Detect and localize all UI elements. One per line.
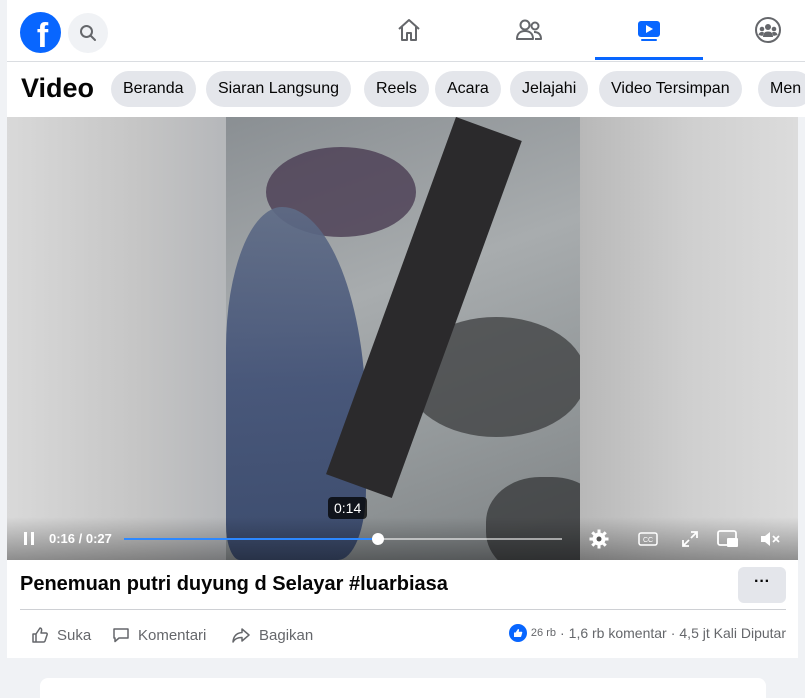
tab-video-tersimpan[interactable]: Video Tersimpan <box>599 71 742 107</box>
time-display: 0:16 / 0:27 <box>49 531 112 546</box>
video-icon <box>638 21 660 41</box>
mute-button[interactable] <box>759 528 781 550</box>
progress-handle[interactable] <box>372 533 385 545</box>
stats-separator-2: · <box>670 625 676 641</box>
video-frame <box>226 117 580 560</box>
tab-acara[interactable]: Acara <box>435 71 501 107</box>
like-label: Suka <box>57 626 92 644</box>
video-controls: 0:16 / 0:27 CC <box>7 517 798 560</box>
progress-bar[interactable] <box>124 533 562 545</box>
pause-icon <box>24 532 27 545</box>
comment-button[interactable]: Komentari <box>112 624 206 646</box>
comment-label: Komentari <box>138 626 207 644</box>
nav-groups[interactable] <box>714 0 805 60</box>
tab-more-truncated[interactable]: Men <box>758 71 805 107</box>
facebook-logo[interactable]: f <box>20 12 61 53</box>
left-edge-gutter <box>0 0 7 692</box>
share-label: Bagikan <box>259 626 314 644</box>
share-button[interactable]: Bagikan <box>231 624 313 646</box>
more-options-button[interactable]: ··· <box>738 567 786 603</box>
seek-time-tooltip: 0:14 <box>328 497 368 519</box>
comment-icon <box>113 628 129 643</box>
search-button[interactable] <box>68 13 108 53</box>
views-count: 4,5 jt Kali Diputar <box>679 625 786 641</box>
gear-icon <box>589 529 609 549</box>
tab-jelajahi[interactable]: Jelajahi <box>510 71 589 107</box>
tab-beranda[interactable]: Beranda <box>111 71 196 107</box>
pause-button[interactable] <box>23 532 35 545</box>
share-icon <box>232 628 250 643</box>
post-info: Penemuan putri duyung d Selayar #luarbia… <box>7 560 798 658</box>
captions-button[interactable]: CC <box>637 528 659 550</box>
svg-text:CC: CC <box>643 537 653 544</box>
page-title: Video <box>21 73 95 103</box>
fullscreen-button[interactable] <box>679 528 701 550</box>
settings-button[interactable] <box>588 528 610 550</box>
volume-muted-icon <box>761 532 780 546</box>
home-icon <box>398 19 420 41</box>
nav-friends[interactable] <box>475 0 583 60</box>
tab-reels[interactable]: Reels <box>364 71 429 107</box>
comments-card <box>40 678 766 698</box>
nav-video[interactable] <box>595 0 703 60</box>
tab-siaran-langsung[interactable]: Siaran Langsung <box>206 71 351 107</box>
expand-icon <box>682 531 698 547</box>
groups-icon <box>755 17 781 43</box>
friends-icon <box>516 19 542 40</box>
progress-fill <box>124 538 379 540</box>
top-navigation-bar: f <box>0 0 805 62</box>
blurred-backdrop-left <box>7 117 227 560</box>
like-button[interactable]: Suka <box>31 624 91 646</box>
divider <box>20 609 786 610</box>
picture-in-picture-button[interactable] <box>717 528 739 550</box>
comments-count[interactable]: 1,6 rb komentar <box>569 625 667 641</box>
closed-captions-icon: CC <box>638 532 658 546</box>
video-section-header: Video Beranda Siaran Langsung Reels Acar… <box>7 62 805 117</box>
picture-in-picture-icon <box>717 530 738 547</box>
blurred-backdrop-right <box>580 117 798 560</box>
thumbs-up-icon <box>32 627 48 643</box>
search-icon <box>80 25 96 41</box>
video-player[interactable]: 0:14 0:16 / 0:27 CC <box>7 117 798 560</box>
like-reaction-icon <box>508 624 527 642</box>
post-stats: 26 rb · 1,6 rb komentar · 4,5 jt Kali Di… <box>508 624 786 642</box>
post-title: Penemuan putri duyung d Selayar #luarbia… <box>20 573 448 595</box>
stats-separator: · <box>559 625 565 641</box>
nav-home[interactable] <box>355 0 463 60</box>
reactions-count[interactable]: 26 rb <box>531 627 556 639</box>
